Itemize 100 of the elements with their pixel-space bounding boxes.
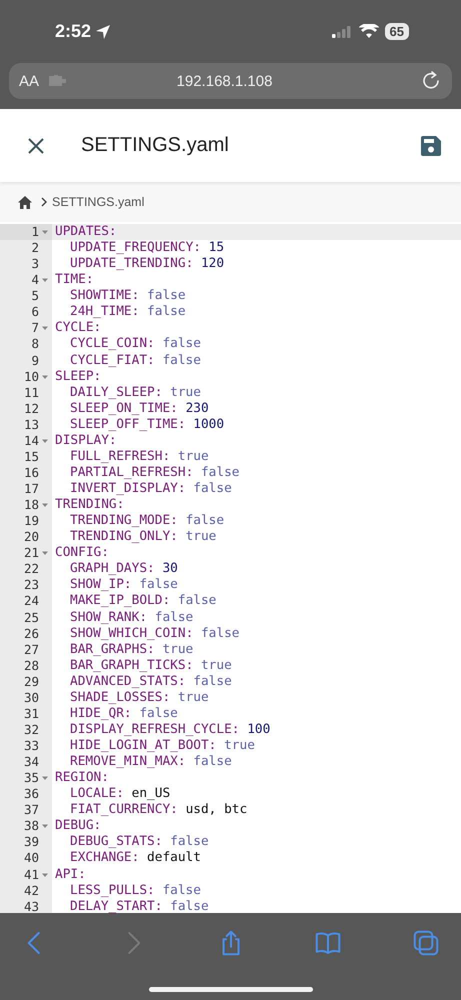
- fold-down-icon[interactable]: [41, 822, 49, 830]
- fold-down-icon[interactable]: [41, 549, 49, 558]
- yaml-value: usd, btc: [186, 802, 248, 818]
- address-bar[interactable]: AA 192.168.1.108: [9, 63, 452, 99]
- fold-down-icon[interactable]: [41, 372, 49, 381]
- line-number: 15: [24, 448, 39, 465]
- save-button[interactable]: [421, 136, 441, 156]
- yaml-value: 100: [247, 722, 270, 738]
- line-number: 4: [31, 272, 39, 288]
- line-number: 43: [24, 898, 39, 913]
- yaml-key: FULL_REFRESH:: [70, 448, 170, 465]
- line-number: 14: [24, 432, 39, 449]
- line-number: 41: [24, 866, 39, 883]
- yaml-key: DEBUG:: [55, 818, 102, 834]
- yaml-key: REGION:: [55, 770, 109, 786]
- yaml-key: FIAT_CURRENCY:: [70, 802, 178, 818]
- yaml-value: en_US: [132, 786, 170, 802]
- yaml-key: SHADE_LOSSES:: [70, 690, 170, 706]
- yaml-value: true: [162, 642, 194, 658]
- yaml-value: false: [162, 352, 201, 369]
- yaml-key: BAR_GRAPHS:: [70, 642, 155, 658]
- close-icon: [28, 138, 44, 154]
- yaml-value: false: [193, 754, 232, 770]
- fold-down-icon[interactable]: [41, 276, 49, 284]
- line-number: 5: [31, 288, 39, 304]
- battery-level: 65: [384, 23, 409, 40]
- line-number: 24: [24, 593, 39, 610]
- signal-icon: [332, 26, 352, 38]
- line-number: 21: [24, 545, 39, 562]
- yaml-key: SHOW_WHICH_COIN:: [70, 626, 194, 642]
- yaml-key: TIME:: [55, 272, 94, 288]
- line-number: 38: [24, 818, 39, 834]
- yaml-key: DELAY_START:: [70, 898, 162, 913]
- page-title: SETTINGS.yaml: [81, 134, 230, 157]
- fold-down-icon[interactable]: [41, 228, 49, 236]
- yaml-key: DISPLAY_REFRESH_CYCLE:: [70, 722, 240, 738]
- yaml-key: MAKE_IP_BOLD:: [70, 593, 170, 610]
- yaml-key: GRAPH_DAYS:: [70, 561, 155, 578]
- yaml-value: false: [170, 898, 209, 913]
- yaml-value: true: [186, 529, 216, 546]
- line-number: 18: [24, 497, 39, 514]
- line-number: 39: [24, 834, 39, 850]
- line-number: 2: [31, 240, 39, 256]
- close-button[interactable]: [28, 138, 44, 154]
- yaml-key: CYCLE_COIN:: [70, 336, 155, 352]
- line-number: 36: [24, 786, 39, 802]
- yaml-value: false: [170, 834, 209, 850]
- breadcrumb-current: SETTINGS.yaml: [52, 195, 144, 209]
- line-number: 19: [24, 513, 39, 530]
- yaml-value: default: [147, 850, 201, 866]
- fold-down-icon[interactable]: [41, 870, 49, 879]
- yaml-value: false: [139, 706, 178, 722]
- chevron-right-icon: [40, 197, 48, 207]
- puzzle-icon[interactable]: [49, 75, 68, 87]
- yaml-value: true: [170, 384, 201, 401]
- line-number: 42: [24, 882, 39, 899]
- yaml-key: TRENDING_MODE:: [70, 513, 178, 530]
- yaml-key: HIDE_LOGIN_AT_BOOT:: [70, 738, 216, 754]
- yaml-key: EXCHANGE:: [70, 850, 140, 866]
- code-editor[interactable]: [0, 222, 461, 913]
- fold-down-icon[interactable]: [41, 436, 49, 445]
- reload-icon[interactable]: [422, 71, 440, 91]
- yaml-key: UPDATE_FREQUENCY:: [70, 240, 201, 256]
- line-number: 35: [24, 770, 39, 786]
- yaml-value: true: [224, 738, 255, 754]
- yaml-key: SHOW_IP:: [70, 577, 132, 594]
- line-number: 32: [24, 722, 39, 738]
- fold-down-icon[interactable]: [41, 501, 49, 510]
- line-number: 10: [24, 368, 39, 385]
- yaml-value: false: [139, 577, 178, 594]
- fold-down-icon[interactable]: [41, 774, 49, 782]
- save-icon: [421, 136, 441, 156]
- yaml-key: SLEEP_OFF_TIME:: [70, 416, 186, 433]
- yaml-key: SLEEP_ON_TIME:: [70, 400, 178, 417]
- status-time: 2:52: [55, 21, 92, 42]
- line-number: 6: [31, 304, 39, 320]
- yaml-key: SHOWTIME:: [70, 288, 140, 304]
- yaml-value: true: [178, 690, 209, 706]
- tabs-button[interactable]: [411, 928, 441, 958]
- yaml-key: DEBUG_STATS:: [70, 834, 162, 850]
- line-number: 28: [24, 658, 39, 674]
- line-number: 29: [24, 674, 39, 690]
- yaml-value: false: [178, 593, 216, 610]
- text-size-button[interactable]: AA: [19, 72, 40, 90]
- yaml-value: 230: [186, 400, 209, 417]
- yaml-value: false: [147, 288, 186, 304]
- home-icon[interactable]: [18, 196, 32, 208]
- yaml-key: LESS_PULLS:: [70, 882, 155, 899]
- line-number: 16: [24, 464, 39, 481]
- url-text: 192.168.1.108: [176, 72, 274, 90]
- yaml-key: LOCALE:: [70, 786, 124, 802]
- line-number: 13: [24, 416, 39, 433]
- line-number: 34: [24, 754, 39, 770]
- line-number: 27: [24, 642, 39, 658]
- yaml-key: SHOW_RANK:: [70, 610, 148, 626]
- yaml-key: UPDATE_TRENDING:: [70, 256, 194, 272]
- line-number: 37: [24, 802, 39, 818]
- yaml-value: true: [178, 448, 209, 465]
- yaml-value: 30: [162, 561, 178, 578]
- fold-down-icon[interactable]: [41, 324, 49, 332]
